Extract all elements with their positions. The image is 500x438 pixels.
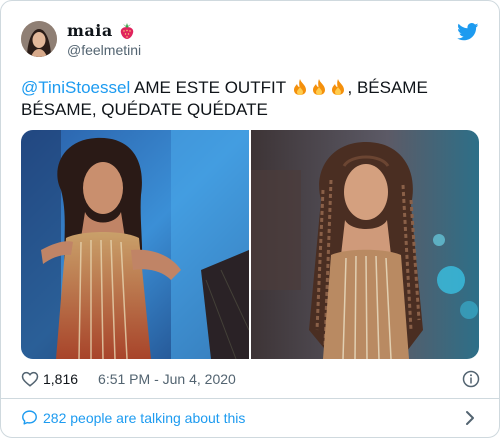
name-row: maia <box>67 21 135 40</box>
twitter-bird-icon[interactable] <box>457 23 479 41</box>
strawberry-icon <box>119 22 135 40</box>
tweet-text-part1: AME ESTE OUTFIT <box>130 78 291 97</box>
fire-icon <box>310 78 328 96</box>
media-grid <box>21 130 479 359</box>
tweet-meta: 1,816 6:51 PM - Jun 4, 2020 <box>21 370 236 388</box>
speech-bubble-icon <box>21 409 38 426</box>
tweet-text: @TiniStoessel AME ESTE OUTFIT , BÉSAME B… <box>21 77 481 121</box>
fire-icon <box>329 78 347 96</box>
avatar[interactable] <box>21 21 57 57</box>
divider <box>1 398 499 399</box>
talking-label: 282 people are talking about this <box>43 409 246 426</box>
timestamp[interactable]: 6:51 PM - Jun 4, 2020 <box>98 371 236 387</box>
info-icon[interactable] <box>462 370 480 388</box>
mention-link[interactable]: @TiniStoessel <box>21 78 130 97</box>
talking-link[interactable]: 282 people are talking about this <box>21 409 245 426</box>
tweet-photo-1[interactable] <box>21 130 249 359</box>
fire-icon <box>291 78 309 96</box>
like-count[interactable]: 1,816 <box>43 371 78 387</box>
tweet-card[interactable]: maia @feelmetini @TiniStoessel AME ESTE … <box>0 0 500 438</box>
display-name[interactable]: maia <box>67 21 113 40</box>
chevron-right-icon[interactable] <box>463 410 477 426</box>
tweet-photo-2[interactable] <box>251 130 479 359</box>
user-handle[interactable]: @feelmetini <box>67 42 141 58</box>
heart-icon[interactable] <box>21 370 39 388</box>
